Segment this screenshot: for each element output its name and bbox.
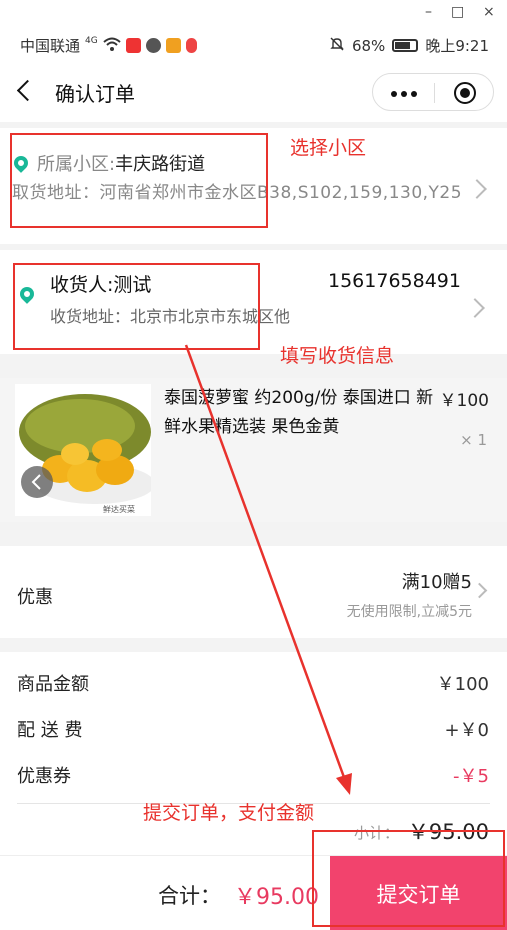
annotation-arrow bbox=[184, 344, 352, 795]
